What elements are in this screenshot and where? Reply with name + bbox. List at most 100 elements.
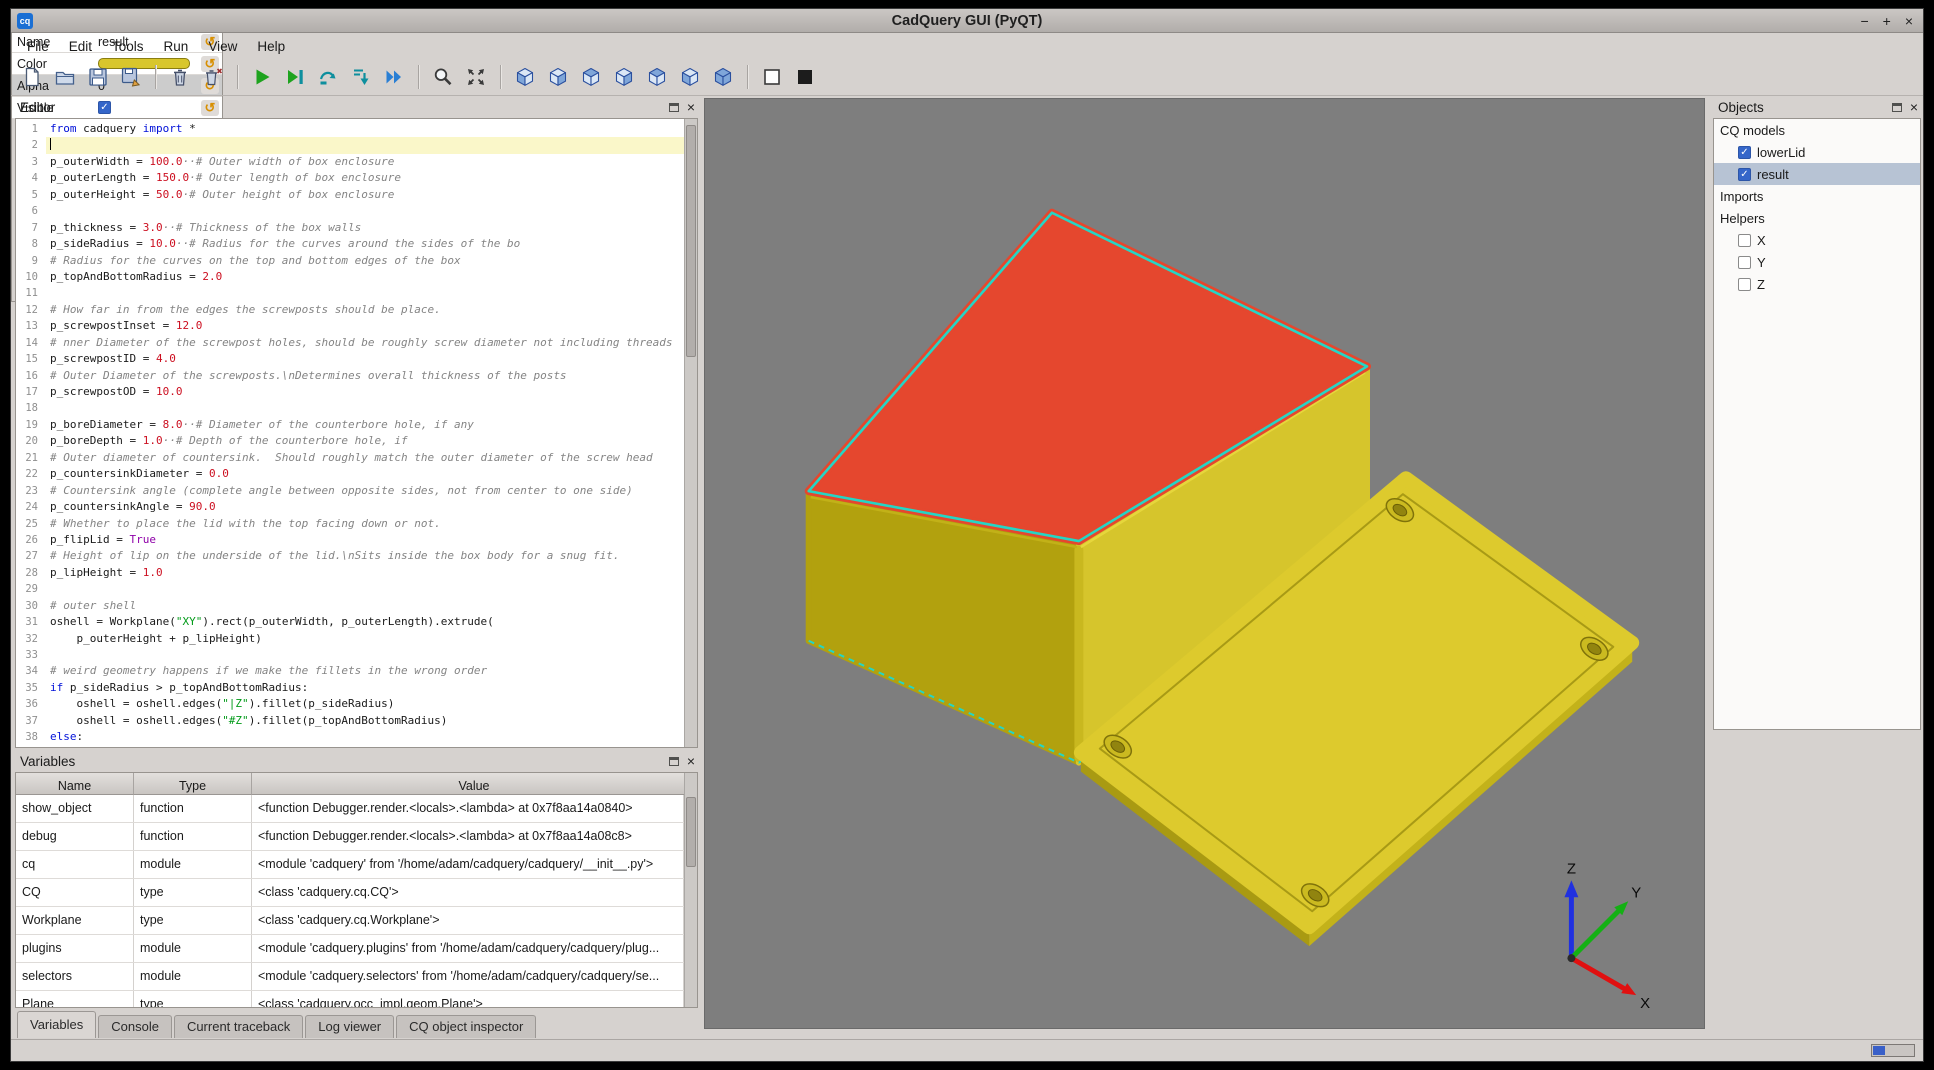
code-line[interactable]: oshell = oshell.edges("#Z").fillet(p_top… [16,746,684,747]
debug-button[interactable] [280,62,310,92]
objects-close-button[interactable]: × [1910,100,1918,114]
variable-row[interactable]: cqmodule<module 'cadquery' from '/home/a… [16,851,684,879]
tab-log-viewer[interactable]: Log viewer [305,1015,394,1038]
editor-close-button[interactable]: × [687,100,695,114]
delete-button[interactable] [165,62,195,92]
new-file-button[interactable] [17,62,47,92]
code-line[interactable]: 29 [16,581,684,597]
code-line[interactable]: 8p_sideRadius = 10.0··# Radius for the c… [16,236,684,252]
view-left-button[interactable] [576,62,606,92]
object-helpers[interactable]: Helpers [1714,207,1920,229]
code-line[interactable]: 14# nner Diameter of the screwpost holes… [16,335,684,351]
code-line[interactable]: 6 [16,203,684,219]
wireframe-square-button[interactable] [757,62,787,92]
variable-row[interactable]: CQtype<class 'cadquery.cq.CQ'> [16,879,684,907]
code-line[interactable]: 17p_screwpostOD = 10.0 [16,384,684,400]
objects-float-button[interactable] [1892,103,1902,112]
variable-row[interactable]: Planetype<class 'cadquery.occ_impl.geom.… [16,991,684,1007]
variables-close-button[interactable]: × [687,754,695,768]
zoom-button[interactable] [428,62,458,92]
code-line[interactable]: 15p_screwpostID = 4.0 [16,351,684,367]
fit-all-button[interactable] [461,62,491,92]
code-line[interactable]: 30# outer shell [16,598,684,614]
result-checkbox[interactable] [1738,168,1751,181]
menu-help[interactable]: Help [247,36,295,57]
code-line[interactable]: 5p_outerHeight = 50.0·# Outer height of … [16,187,684,203]
delete-all-button[interactable] [198,62,228,92]
view-right-button[interactable] [609,62,639,92]
continue-button[interactable] [379,62,409,92]
code-line[interactable]: 34# weird geometry happens if we make th… [16,663,684,679]
code-line[interactable]: 9# Radius for the curves on the top and … [16,253,684,269]
x-checkbox[interactable] [1738,234,1751,247]
code-line[interactable]: 21# Outer diameter of countersink. Shoul… [16,450,684,466]
tab-cq-object-inspector[interactable]: CQ object inspector [396,1015,536,1038]
view-iso-button[interactable] [708,62,738,92]
code-line[interactable]: 33 [16,647,684,663]
minimize-button[interactable]: − [1860,9,1868,33]
code-line[interactable]: 31oshell = Workplane("XY").rect(p_outerW… [16,614,684,630]
code-line[interactable]: 36 oshell = oshell.edges("|Z").fillet(p_… [16,696,684,712]
code-line[interactable]: 35if p_sideRadius > p_topAndBottomRadius… [16,680,684,696]
variable-row[interactable]: pluginsmodule<module 'cadquery.plugins' … [16,935,684,963]
code-line[interactable]: 37 oshell = oshell.edges("#Z").fillet(p_… [16,713,684,729]
tab-current-traceback[interactable]: Current traceback [174,1015,303,1038]
close-button[interactable]: × [1905,9,1913,33]
view-front-button[interactable] [510,62,540,92]
menu-edit[interactable]: Edit [59,36,102,57]
code-line[interactable]: 26p_flipLid = True [16,532,684,548]
code-line[interactable]: 11 [16,285,684,301]
code-line[interactable]: 32 p_outerHeight + p_lipHeight) [16,631,684,647]
code-line[interactable]: 20p_boreDepth = 1.0··# Depth of the coun… [16,433,684,449]
maximize-button[interactable]: + [1883,9,1891,33]
variables-float-button[interactable] [669,757,679,766]
code-line[interactable]: 7p_thickness = 3.0··# Thickness of the b… [16,220,684,236]
code-line[interactable]: 23# Countersink angle (complete angle be… [16,483,684,499]
step-button[interactable] [313,62,343,92]
lowerlid-checkbox[interactable] [1738,146,1751,159]
open-folder-button[interactable] [50,62,80,92]
code-line[interactable]: 28p_lipHeight = 1.0 [16,565,684,581]
code-line[interactable]: 16# Outer Diameter of the screwposts.\nD… [16,368,684,384]
viewport-3d[interactable]: Z Y X [704,98,1705,1029]
variables-scrollbar-thumb[interactable] [686,797,696,867]
code-line[interactable]: 25# Whether to place the lid with the to… [16,516,684,532]
menu-file[interactable]: File [17,36,59,57]
variable-row[interactable]: show_objectfunction<function Debugger.re… [16,795,684,823]
view-back-button[interactable] [543,62,573,92]
menu-view[interactable]: View [198,36,247,57]
save-button[interactable] [83,62,113,92]
object-y[interactable]: Y [1714,251,1920,273]
code-line[interactable]: 1from cadquery import * [16,121,684,137]
object-z[interactable]: Z [1714,273,1920,295]
editor-scrollbar-thumb[interactable] [686,125,696,357]
code-line[interactable]: 22p_countersinkDiameter = 0.0 [16,466,684,482]
editor-float-button[interactable] [669,103,679,112]
object-lowerlid[interactable]: lowerLid [1714,141,1920,163]
variable-row[interactable]: debugfunction<function Debugger.render.<… [16,823,684,851]
tab-console[interactable]: Console [98,1015,172,1038]
render-button[interactable] [247,62,277,92]
tab-variables[interactable]: Variables [17,1011,96,1038]
code-line[interactable]: 10p_topAndBottomRadius = 2.0 [16,269,684,285]
menu-run[interactable]: Run [154,36,199,57]
code-line[interactable]: 13p_screwpostInset = 12.0 [16,318,684,334]
code-line[interactable]: 27# Height of lip on the underside of th… [16,548,684,564]
view-top-button[interactable] [642,62,672,92]
save-as-button[interactable] [116,62,146,92]
code-line[interactable]: 19p_boreDiameter = 8.0··# Diameter of th… [16,417,684,433]
code-line[interactable]: 38else: [16,729,684,745]
step-into-button[interactable] [346,62,376,92]
object-result[interactable]: result [1714,163,1920,185]
object-x[interactable]: X [1714,229,1920,251]
shaded-square-button[interactable] [790,62,820,92]
object-cq-models[interactable]: CQ models [1714,119,1920,141]
editor-scrollbar[interactable] [684,119,697,747]
code-editor[interactable]: 1from cadquery import *23p_outerWidth = … [15,118,698,748]
code-line[interactable]: 18 [16,400,684,416]
3d-scene[interactable]: Z Y X [705,99,1704,1028]
y-checkbox[interactable] [1738,256,1751,269]
menu-tools[interactable]: Tools [102,36,154,57]
code-line[interactable]: 4p_outerLength = 150.0·# Outer length of… [16,170,684,186]
z-checkbox[interactable] [1738,278,1751,291]
